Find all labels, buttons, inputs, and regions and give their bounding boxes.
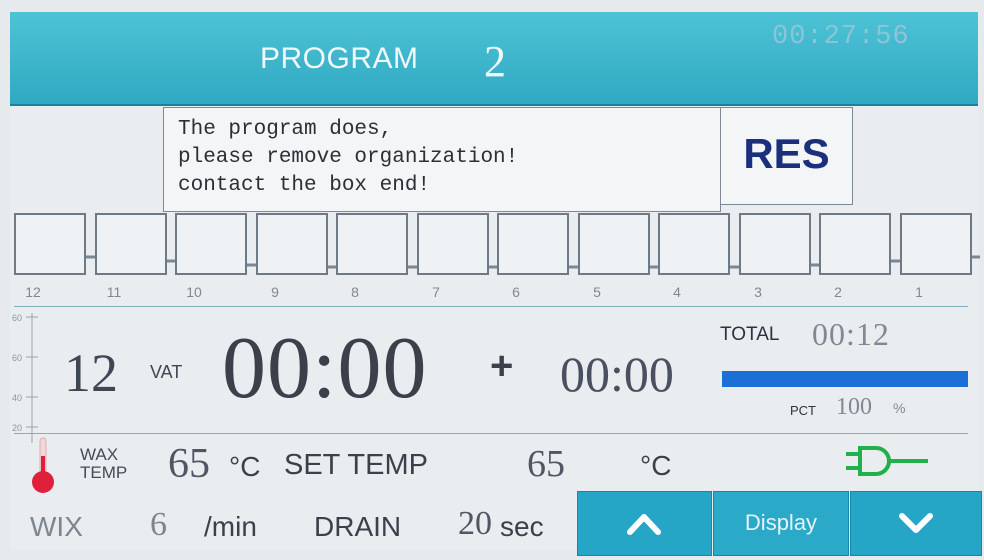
drain-unit: sec — [500, 511, 544, 542]
wix-label: WIX — [30, 511, 83, 542]
station-slot — [14, 213, 86, 275]
vat-label: VAT — [150, 362, 183, 382]
station-slot — [175, 213, 247, 275]
reset-label: RES — [743, 130, 830, 177]
station-label: 3 — [754, 284, 762, 300]
scale-tick: 60 — [12, 353, 23, 363]
progress-bar — [722, 371, 968, 387]
wix-unit: /min — [204, 511, 257, 542]
vat-number: 12 — [64, 343, 118, 403]
page-title: PROGRAM — [260, 42, 419, 75]
station-slot — [256, 213, 328, 275]
sub-timer: 00:00 — [560, 346, 674, 402]
chevron-down-icon — [899, 513, 933, 533]
station-slot — [95, 213, 167, 275]
clock: 00:27:56 — [772, 22, 910, 52]
station-label: 6 — [512, 284, 520, 300]
up-button[interactable] — [577, 491, 712, 556]
pct-sign: % — [893, 400, 906, 416]
station-slot — [417, 213, 489, 275]
station-label: 5 — [593, 284, 601, 300]
reset-button[interactable]: RES — [720, 107, 853, 205]
display-label: Display — [744, 510, 818, 535]
drain-value: 20 — [458, 505, 492, 542]
plus-sign: + — [490, 344, 514, 388]
set-temp-unit: °C — [640, 450, 672, 481]
station-label: 12 — [25, 284, 41, 300]
divider-top — [14, 306, 968, 307]
display-button[interactable]: Display — [713, 491, 849, 556]
station-label: 2 — [834, 284, 842, 300]
station-label: 4 — [673, 284, 681, 300]
set-temp-label: SET TEMP — [284, 449, 428, 481]
set-temp-value: 65 — [527, 443, 565, 485]
message-line-2: please remove organization! — [178, 146, 519, 169]
wax-label-line-2: TEMP — [80, 463, 128, 482]
total-time: 00:12 — [812, 316, 890, 352]
station-slot — [658, 213, 730, 275]
down-button[interactable] — [850, 491, 982, 556]
station-slot — [900, 213, 972, 275]
station-slot — [497, 213, 569, 275]
station-label: 8 — [351, 284, 359, 300]
wax-temp-label: WAX TEMP — [80, 446, 127, 482]
station-label: 11 — [106, 284, 122, 300]
message-box: The program does, please remove organiza… — [163, 107, 721, 212]
station-label: 9 — [271, 284, 279, 300]
main-timer: 00:00 — [222, 320, 428, 417]
station-slot — [739, 213, 811, 275]
scale-tick: 60 — [12, 313, 23, 323]
wax-label-line-1: WAX — [80, 445, 119, 464]
pct-label: PCT — [790, 403, 816, 418]
station-label: 1 — [915, 284, 923, 300]
wax-temp-value: 65 — [168, 441, 210, 487]
message-line-3: contact the box end! — [178, 174, 431, 197]
wix-value: 6 — [150, 506, 167, 543]
drain-label: DRAIN — [314, 511, 402, 542]
chevron-up-icon — [627, 514, 661, 535]
scale-tick: 40 — [12, 393, 23, 403]
divider-mid — [14, 433, 968, 434]
wax-temp-unit: °C — [229, 451, 261, 482]
station-slot — [819, 213, 891, 275]
message-line-1: The program does, — [178, 118, 393, 141]
pct-value: 100 — [836, 394, 872, 420]
total-label: TOTAL — [720, 324, 780, 345]
header-bar: PROGRAM 2 00:27:56 — [10, 12, 978, 107]
plug-icon — [846, 446, 928, 476]
station-label: 10 — [186, 284, 202, 300]
temperature-scale: 60 60 40 20 — [12, 313, 52, 443]
program-number: 2 — [484, 37, 506, 86]
station-row — [14, 213, 980, 277]
station-slot — [578, 213, 650, 275]
thermometer-icon — [32, 437, 54, 493]
scale-tick: 20 — [12, 423, 23, 433]
station-label: 7 — [432, 284, 440, 300]
station-slot — [336, 213, 408, 275]
